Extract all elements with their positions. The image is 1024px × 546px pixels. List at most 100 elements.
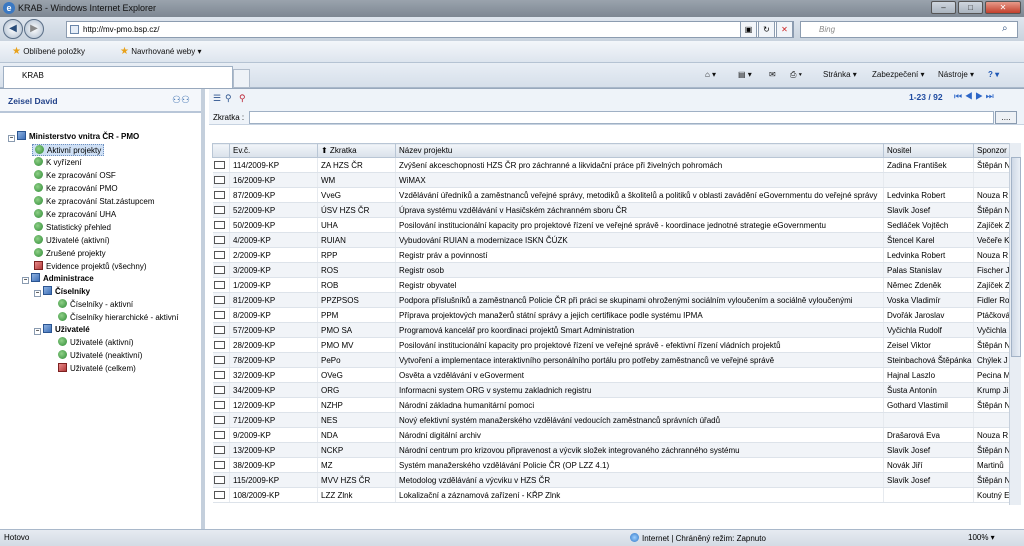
back-button[interactable]: ◀ [3, 19, 23, 39]
row-icon-cell[interactable] [212, 457, 230, 473]
row-icon-cell[interactable] [212, 322, 230, 338]
home-icon[interactable]: ⌂ ▾ [705, 70, 716, 79]
tree-item-osf[interactable]: Ke zpracování OSF [34, 170, 116, 180]
pager-arrows[interactable]: ⏮ ◀ ▶ ⏭ [954, 91, 994, 102]
table-row[interactable]: 13/2009-KP NCKP Národní centrum pro krizov… [212, 442, 1012, 458]
table-row[interactable]: 52/2009-KP ÚSV HZS ČR Úprava systému vzděl… [212, 202, 1012, 218]
row-icon-cell[interactable] [212, 427, 230, 443]
stop-icon[interactable]: ✕ [776, 21, 793, 38]
security-menu[interactable]: Zabezpečení ▾ [872, 70, 925, 79]
col-nazev[interactable]: Název projektu [395, 143, 884, 158]
collapse-icon[interactable]: – [34, 290, 41, 297]
table-row[interactable]: 81/2009-KP PPZPSOS Podpora příslušníků a z… [212, 292, 1012, 308]
grid-scrollbar[interactable] [1009, 143, 1021, 505]
forward-button[interactable]: ▶ [24, 19, 44, 39]
table-row[interactable]: 9/2009-KP NDA Národní digitální archiv Draš… [212, 427, 1012, 443]
users-icon[interactable]: ⚇⚇ [172, 95, 190, 106]
row-icon-cell[interactable] [212, 217, 230, 233]
table-row[interactable]: 57/2009-KP PMO SA Programová kancelář pro … [212, 322, 1012, 338]
tools-menu[interactable]: Nástroje ▾ [938, 70, 974, 79]
table-row[interactable]: 4/2009-KP RUIAN Vybudování RUIAN a moderni… [212, 232, 1012, 248]
col-nositel[interactable]: Nositel [883, 143, 974, 158]
row-icon-cell[interactable] [212, 337, 230, 353]
col-zkratka[interactable]: ⬆ Zkratka [317, 143, 396, 158]
row-icon-cell[interactable] [212, 487, 230, 503]
tree-item-users-active[interactable]: Uživatelé (aktivní) [34, 235, 110, 245]
address-input[interactable]: http://mv-pmo.bsp.cz/ [66, 21, 794, 38]
filter-browse-button[interactable]: .... [995, 111, 1017, 124]
table-row[interactable]: 1/2009-KP ROB Registr obyvatel Němec Zdeněk… [212, 277, 1012, 293]
row-icon-cell[interactable] [212, 442, 230, 458]
tree-item-evidence[interactable]: Evidence projektů (všechny) [34, 261, 147, 271]
binoculars-icon[interactable]: ⚲ [225, 93, 232, 104]
tree-item-stats[interactable]: Statistický přehled [34, 222, 111, 232]
tree-item-to-do[interactable]: K vyřízení [34, 157, 82, 167]
table-row[interactable]: 16/2009-KP WM WiMAX [212, 172, 1012, 188]
tree-item-stat-zastupce[interactable]: Ke zpracování Stat.zástupcem [34, 196, 155, 206]
tree-node-ciselniky[interactable]: – Číselníky [34, 286, 90, 297]
table-row[interactable]: 87/2009-KP VveG Vzdělávání úředníků a zamě… [212, 187, 1012, 203]
table-row[interactable]: 32/2009-KP OVeG Osvěta a vzdělávání v eGov… [212, 367, 1012, 383]
table-row[interactable]: 8/2009-KP PPM Příprava projektových manaže… [212, 307, 1012, 323]
row-icon-cell[interactable] [212, 172, 230, 188]
table-row[interactable]: 78/2009-KP PePo Vytvoření a implementace i… [212, 352, 1012, 368]
minimize-button[interactable]: – [931, 1, 956, 14]
row-icon-cell[interactable] [212, 202, 230, 218]
col-evc[interactable]: Ev.č. [229, 143, 318, 158]
tree-node-admin[interactable]: – Administrace [22, 273, 94, 284]
table-row[interactable]: 38/2009-KP MZ Systém manažerského vzdělává… [212, 457, 1012, 473]
table-row[interactable]: 71/2009-KP NES Nový efektivní systém manaž… [212, 412, 1012, 428]
row-icon-cell[interactable] [212, 247, 230, 263]
table-row[interactable]: 34/2009-KP ORG Informacni system ORG v sys… [212, 382, 1012, 398]
compatibility-icon[interactable]: ▣ [740, 21, 757, 38]
row-icon-cell[interactable] [212, 367, 230, 383]
tree-node-uzivatele[interactable]: – Uživatelé [34, 324, 90, 335]
refresh-icon[interactable]: ↻ [758, 21, 775, 38]
page-menu[interactable]: Stránka ▾ [823, 70, 857, 79]
row-icon-cell[interactable] [212, 262, 230, 278]
col-sponzor[interactable]: Sponzor [973, 143, 1012, 158]
tree-item-cancelled[interactable]: Zrušené projekty [34, 248, 106, 258]
row-icon-cell[interactable] [212, 307, 230, 323]
row-icon-cell[interactable] [212, 187, 230, 203]
close-window-button[interactable]: ✕ [985, 1, 1021, 14]
tree-item-pmo[interactable]: Ke zpracování PMO [34, 183, 118, 193]
help-menu[interactable]: ? ▾ [988, 70, 999, 79]
row-icon-cell[interactable] [212, 352, 230, 368]
list-icon[interactable]: ☰ [213, 93, 221, 104]
tree-item-active-projects[interactable]: Aktivní projekty [32, 144, 105, 156]
row-icon-cell[interactable] [212, 157, 230, 173]
collapse-icon[interactable]: – [34, 328, 41, 335]
collapse-icon[interactable]: – [22, 277, 29, 284]
mail-icon[interactable]: ✉ [769, 70, 776, 79]
search-icon[interactable]: ⌕ [1002, 23, 1008, 34]
feeds-icon[interactable]: ▤ ▾ [738, 70, 752, 79]
filter-input[interactable] [249, 111, 994, 124]
table-row[interactable]: 28/2009-KP PMO MV Posilování institucionál… [212, 337, 1012, 353]
row-icon-cell[interactable] [212, 292, 230, 308]
tree-item-ciselniky-aktivni[interactable]: Číselníky - aktivní [58, 299, 133, 309]
tree-item-users-inactive[interactable]: Uživatelé (neaktivní) [58, 350, 142, 360]
tree-item-users-total[interactable]: Uživatelé (celkem) [58, 363, 136, 373]
table-row[interactable]: 2/2009-KP RPP Registr práv a povinností Led… [212, 247, 1012, 263]
tree-item-users-active-admin[interactable]: Uživatelé (aktivní) [58, 337, 134, 347]
row-icon-cell[interactable] [212, 472, 230, 488]
clear-filter-icon[interactable]: ⚲ [239, 93, 246, 104]
table-row[interactable]: 12/2009-KP NZHP Národní základna humanitár… [212, 397, 1012, 413]
new-tab-button[interactable] [233, 69, 250, 88]
row-icon-cell[interactable] [212, 232, 230, 248]
table-row[interactable]: 108/2009-KP LZZ Zlnk Lokalizační a záznamo… [212, 487, 1012, 503]
row-icon-cell[interactable] [212, 397, 230, 413]
tree-root[interactable]: – Ministerstvo vnitra ČR - PMO [8, 131, 139, 142]
tab-krab[interactable]: KRAB [3, 66, 233, 88]
row-icon-cell[interactable] [212, 382, 230, 398]
tree-item-ciselniky-hier[interactable]: Číselníky hierarchické - aktivní [58, 312, 178, 322]
table-row[interactable]: 114/2009-KP ZA HZS ČR Zvýšení akceschopnos… [212, 157, 1012, 173]
collapse-icon[interactable]: – [8, 135, 15, 142]
scroll-thumb[interactable] [1011, 157, 1021, 357]
table-row[interactable]: 50/2009-KP UHA Posilování institucionální … [212, 217, 1012, 233]
table-row[interactable]: 3/2009-KP ROS Registr osob Palas Stanislav F… [212, 262, 1012, 278]
row-icon-cell[interactable] [212, 412, 230, 428]
search-input[interactable]: Bing [800, 21, 1018, 38]
zoom-control[interactable]: 100% ▾ [968, 533, 995, 542]
